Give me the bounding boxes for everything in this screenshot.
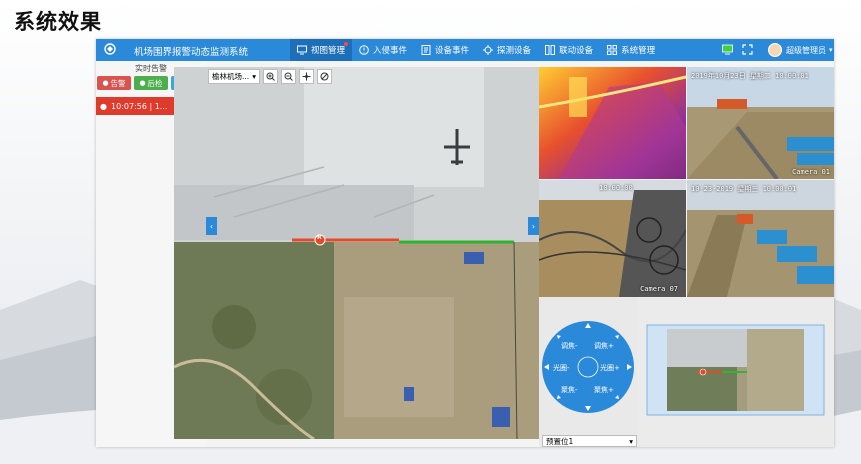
iris-plus-button[interactable]: 光圈+ <box>600 363 620 373</box>
zoom-out-button[interactable] <box>281 69 296 84</box>
filter-label: 后检 <box>147 78 163 88</box>
map-collapse-right-button[interactable]: › <box>528 217 539 235</box>
top-bar: 机场围界报警动态监测系统 视图管理 入侵事件 设备事件 探测设备 联动设备 系统… <box>96 39 834 61</box>
device-icon <box>421 45 431 55</box>
clear-button[interactable] <box>317 69 332 84</box>
camera-07-image <box>539 180 686 297</box>
nav-label: 视图管理 <box>311 46 346 56</box>
nav-system-management[interactable]: 系统管理 <box>600 39 662 61</box>
app-window: 机场围界报警动态监测系统 视图管理 入侵事件 设备事件 探测设备 联动设备 系统… <box>96 39 834 447</box>
app-logo-icon <box>104 43 116 55</box>
map-imagery <box>174 67 539 439</box>
zoom-in-button[interactable] <box>263 69 278 84</box>
filter-recheck-button[interactable]: ● 后检 <box>134 76 168 90</box>
camera-tile-08[interactable]: 10-23-2019 星期三 10:00:01 <box>687 180 834 297</box>
zoom-out-icon <box>284 72 293 81</box>
camera-tile-07[interactable]: 10:00:00 Camera 07 <box>539 180 686 297</box>
ban-icon <box>320 72 329 81</box>
camera-label: Camera 07 <box>640 285 678 293</box>
camera-tile-01[interactable]: 2019年10月23日 星期二 10:00:01 Camera 01 <box>687 67 834 179</box>
main-nav: 视图管理 入侵事件 设备事件 探测设备 联动设备 系统管理 <box>290 39 662 61</box>
grid-icon <box>607 45 618 55</box>
move-icon <box>302 72 311 81</box>
focus-minus-button[interactable]: 聚焦- <box>561 385 578 395</box>
camera-01-image <box>687 67 834 179</box>
nav-view-management[interactable]: 视图管理 <box>290 39 353 61</box>
chevron-down-icon: ▾ <box>252 72 256 81</box>
camera-tile-thermal[interactable] <box>539 67 686 179</box>
map-collapse-left-button[interactable]: ‹ <box>206 217 217 235</box>
nav-label: 联动设备 <box>559 46 594 56</box>
app-title: 机场围界报警动态监测系统 <box>134 47 249 58</box>
area-select[interactable]: 榆林机场... ▾ <box>208 69 260 84</box>
filter-label: 告警 <box>110 78 126 88</box>
camera-08-image <box>687 180 834 297</box>
nav-label: 入侵事件 <box>373 46 408 56</box>
detector-icon <box>483 45 494 55</box>
iris-minus-button[interactable]: 光圈- <box>553 363 570 373</box>
minimap-panel <box>637 297 834 447</box>
nav-device-events[interactable]: 设备事件 <box>414 39 476 61</box>
screen-icon[interactable] <box>722 44 733 55</box>
fence-marker-label[interactable]: R <box>317 234 322 241</box>
monitor-icon <box>297 45 307 55</box>
user-menu[interactable]: 超级管理员 ▾ <box>768 43 833 57</box>
thermal-camera-image <box>539 67 686 179</box>
map-toolbar: 榆林机场... ▾ <box>208 69 332 84</box>
nav-label: 探测设备 <box>497 46 532 56</box>
user-name: 超级管理员 <box>786 45 826 55</box>
nav-detection-devices[interactable]: 探测设备 <box>476 39 538 61</box>
camera-label: Camera 01 <box>792 168 830 176</box>
user-icon: ● <box>100 101 107 111</box>
filter-alarm-button[interactable]: ● 告警 <box>97 76 131 90</box>
satellite-map[interactable]: R <box>174 67 539 439</box>
nav-label: 系统管理 <box>621 46 656 56</box>
alert-icon <box>359 45 369 55</box>
chevron-down-icon: ▾ <box>629 436 633 446</box>
area-select-value: 榆林机场... <box>212 72 250 81</box>
camera-timestamp: 10:00:00 <box>599 184 633 192</box>
zoom-minus-button[interactable]: 调焦- <box>561 341 578 351</box>
minimap[interactable] <box>637 297 834 447</box>
pan-button[interactable] <box>299 69 314 84</box>
avatar <box>768 43 782 57</box>
slide-title: 系统效果 <box>14 10 102 34</box>
preset-value: 预置位1 <box>546 436 574 446</box>
zoom-plus-button[interactable]: 调焦+ <box>594 341 614 351</box>
ptz-control-panel: 调焦- 调焦+ 光圈- 光圈+ 聚焦- 聚焦+ 预置位1 ▾ <box>539 297 637 447</box>
nav-label: 设备事件 <box>435 46 470 56</box>
nav-linked-devices[interactable]: 联动设备 <box>538 39 600 61</box>
user-icon: ● <box>139 79 146 87</box>
zoom-in-icon <box>266 72 275 81</box>
fullscreen-icon[interactable] <box>742 44 753 55</box>
user-icon: ● <box>102 79 109 87</box>
link-icon <box>545 45 556 55</box>
camera-timestamp: 2019年10月23日 星期二 10:00:01 <box>691 72 809 80</box>
chevron-left-icon: ‹ <box>209 221 214 231</box>
nav-intrusion-events[interactable]: 入侵事件 <box>352 39 414 61</box>
camera-timestamp: 10-23-2019 星期三 10:00:01 <box>691 185 797 193</box>
chevron-down-icon: ▾ <box>829 46 833 54</box>
notification-dot <box>344 42 349 46</box>
focus-plus-button[interactable]: 聚焦+ <box>594 385 614 395</box>
chevron-right-icon: › <box>531 221 536 231</box>
preset-select[interactable]: 预置位1 ▾ <box>542 435 637 447</box>
